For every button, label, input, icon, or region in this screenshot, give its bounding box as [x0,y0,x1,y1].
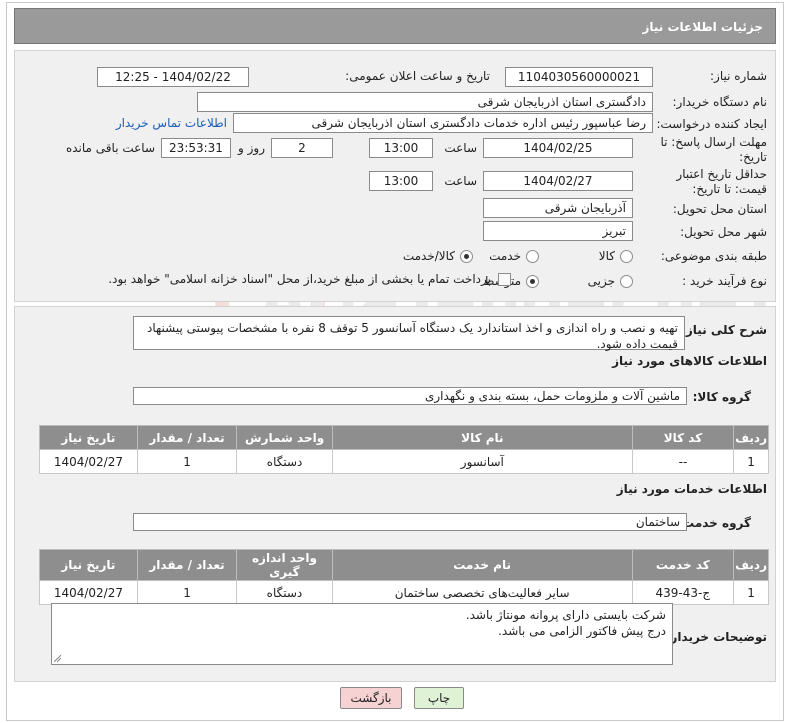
services-group-field: ساختمان [133,513,687,531]
city-label: شهر محل تحویل: [680,225,767,239]
goods-table-header: ردیف کد کالا نام کالا واحد شمارش تعداد /… [39,425,769,450]
services-col-index: ردیف [733,549,769,581]
goods-cell-index: 1 [733,449,769,474]
goods-section-title: اطلاعات کالاهای مورد نیاز [612,354,767,368]
goods-col-qty: تعداد / مقدار [136,425,238,450]
province-field: آذربایجان شرقی [483,198,633,218]
buyer-org-field: دادگستری استان اذربایجان شرقی [197,92,653,112]
services-col-unit: واحد اندازه گیری [236,549,333,581]
buyer-notes-label: توضیحات خریدار: [665,630,767,644]
city-field: تبریز [483,221,633,241]
price-time-field: 13:00 [369,171,433,191]
category-label: طبقه بندی موضوعی: [660,249,767,263]
page-title: جزئیات اطلاعات نیاز [642,20,763,34]
services-cell-name: سایر فعالیت‌های تخصصی ساختمان [331,580,633,605]
days-label: روز و [238,141,265,155]
services-section-title: اطلاعات خدمات مورد نیاز [616,482,767,496]
announce-datetime-field: 1404/02/22 - 12:25 [97,67,249,87]
services-cell-qty: 1 [136,580,238,605]
reply-date-field: 1404/02/25 [483,138,633,158]
description-label: شرح کلی نیاز: [681,323,767,337]
table-row: 1 ج-43-439 سایر فعالیت‌های تخصصی ساختمان… [39,580,769,605]
process-option-minor: جزیی [587,274,615,288]
services-cell-date: 1404/02/27 [39,580,138,605]
goods-col-name: نام کالا [331,425,633,450]
goods-cell-unit: دستگاه [236,449,333,474]
category-radio-service[interactable] [526,250,539,263]
buyer-notes-line-2: درج پیش فاکتور الزامی می باشد. [498,624,666,638]
announce-datetime-label: تاریخ و ساعت اعلان عمومی: [345,69,490,83]
creator-field: رضا عباسپور رئیس اداره خدمات دادگستری اس… [233,113,653,133]
services-cell-code: ج-43-439 [631,580,735,605]
price-date-field: 1404/02/27 [483,171,633,191]
goods-col-date: تاریخ نیاز [39,425,138,450]
category-radio-goods[interactable] [620,250,633,263]
category-radio-goods-service[interactable] [460,250,473,263]
reply-time-field: 13:00 [369,138,433,158]
request-info-panel: شماره نیاز: 1104030560000021 تاریخ و ساع… [14,50,776,302]
services-col-name: نام خدمت [331,549,633,581]
goods-col-unit: واحد شمارش [236,425,333,450]
process-type-label: نوع فرآیند خرید : [682,274,767,288]
services-cell-unit: دستگاه [236,580,333,605]
goods-table: ردیف کد کالا نام کالا واحد شمارش تعداد /… [39,425,769,474]
reply-time-label: ساعت [444,141,477,155]
days-field: 2 [271,138,333,158]
price-deadline-label: حداقل تاریخ اعتبار قیمت: تا تاریخ: [676,167,767,196]
back-button[interactable]: بازگشت [340,687,402,709]
creator-label: ایجاد کننده درخواست: [656,117,767,131]
goods-group-field: ماشین آلات و ملزومات حمل، بسته بندی و نگ… [133,387,687,405]
services-col-qty: تعداد / مقدار [136,549,238,581]
description-field: تهیه و نصب و راه اندازی و اخذ استاندارد … [133,316,685,351]
services-table-header: ردیف کد خدمت نام خدمت واحد اندازه گیری ت… [39,549,769,581]
remaining-time-field: 23:53:31 [161,138,231,158]
services-col-date: تاریخ نیاز [39,549,138,581]
buyer-notes-field: شرکت بایستی دارای پروانه مونتاژ باشد. در… [51,603,673,665]
goods-col-code: کد کالا [631,425,735,450]
buyer-org-label: نام دستگاه خریدار: [672,95,768,109]
category-option-goods: کالا [598,249,615,263]
resize-grip-icon[interactable] [54,655,61,662]
treasury-bonds-checkbox[interactable] [498,273,511,286]
process-radio-minor[interactable] [620,275,633,288]
need-number-field: 1104030560000021 [505,67,653,87]
goods-cell-code: -- [631,449,735,474]
category-option-service: خدمت [489,249,521,263]
goods-cell-date: 1404/02/27 [39,449,138,474]
goods-col-index: ردیف [733,425,769,450]
price-time-label: ساعت [444,174,477,188]
treasury-bonds-note: پرداخت تمام یا بخشی از مبلغ خرید،از محل … [108,272,491,286]
remaining-time-label: ساعت باقی مانده [65,141,155,155]
services-cell-index: 1 [733,580,769,605]
goods-group-label: گروه کالا: [692,390,751,404]
page-header: جزئیات اطلاعات نیاز [14,8,776,44]
needs-details-panel: شرح کلی نیاز: تهیه و نصب و راه اندازی و … [14,306,776,682]
province-label: استان محل تحویل: [672,202,767,216]
services-table: ردیف کد خدمت نام خدمت واحد اندازه گیری ت… [39,549,769,605]
need-number-label: شماره نیاز: [710,69,767,83]
category-option-goods-service: کالا/خدمت [402,249,455,263]
process-radio-medium[interactable] [526,275,539,288]
buyer-contact-link[interactable]: اطلاعات تماس خریدار [116,116,227,130]
services-col-code: کد خدمت [631,549,735,581]
goods-cell-name: آسانسور [331,449,633,474]
table-row: 1 -- آسانسور دستگاه 1 1404/02/27 [39,449,769,474]
buyer-notes-line-1: شرکت بایستی دارای پروانه مونتاژ باشد. [465,608,666,622]
services-group-label: گروه خدمت: [677,516,751,530]
reply-deadline-label: مهلت ارسال پاسخ: تا تاریخ: [660,135,767,164]
goods-cell-qty: 1 [136,449,238,474]
print-button[interactable]: چاپ [414,687,464,709]
